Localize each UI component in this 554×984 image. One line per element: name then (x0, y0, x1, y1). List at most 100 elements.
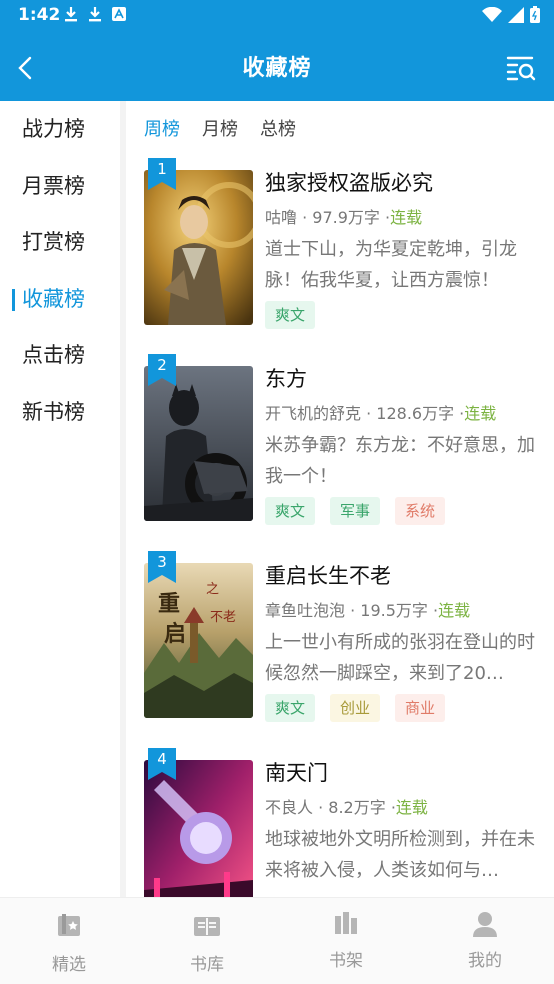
rank-category-sidebar: 战力榜 月票榜 打赏榜 收藏榜 点击榜 新书榜 (0, 101, 126, 897)
sidebar-item-dashang[interactable]: 打赏榜 (0, 214, 120, 270)
book-meta: 开飞机的舒克 · 128.6万字 ·连载 (265, 404, 497, 423)
book-description: 道士下山，为华夏定乾坤，引龙脉！佑我华夏，让西方震惊！ (265, 239, 517, 291)
search-button[interactable] (506, 54, 536, 82)
book-title: 东方 (265, 367, 307, 391)
rank-number: 2 (157, 356, 167, 374)
nav-label: 书库 (190, 955, 224, 975)
book-word-count: 8.2万字 (328, 798, 386, 817)
book-tag: 爽文 (265, 497, 316, 525)
list-search-icon (506, 56, 536, 81)
status-system-icons (482, 6, 540, 23)
rank-number: 3 (157, 553, 167, 571)
download-icon (65, 7, 77, 22)
book-status: 连载 (390, 208, 423, 227)
book-status: 连载 (438, 601, 471, 620)
sidebar-item-label: 收藏榜 (22, 287, 85, 311)
nav-profile[interactable]: 我的 (416, 898, 554, 984)
page-title: 收藏榜 (242, 56, 312, 81)
book-author: 章鱼吐泡泡 (265, 601, 346, 620)
tab-weekly[interactable]: 周榜 (144, 115, 180, 141)
sidebar-item-yuepiao[interactable]: 月票榜 (0, 158, 120, 214)
book-cover (144, 366, 253, 521)
sidebar-item-shoucang[interactable]: 收藏榜 (0, 271, 120, 327)
book-status: 连载 (395, 798, 428, 817)
rank-badge: 4 (148, 748, 176, 780)
book-author: 开飞机的舒克 (265, 404, 362, 423)
sidebar-item-label: 战力榜 (22, 117, 85, 141)
app-bar: 1:42 收藏榜 (0, 0, 554, 101)
book-word-count: 19.5万字 (360, 601, 428, 620)
status-time: 1:42 (18, 5, 61, 25)
book-item[interactable]: 4 南天门 不良人 · 8.2万字 ·连载 地球被地外文明所检测到，并在未来将被… (144, 740, 550, 897)
book-tags: 爽文 军事 系统 (265, 497, 446, 525)
book-description: 上一世小有所成的张羽在登山的时候忽然一脚踩空，来到了20… (265, 632, 535, 684)
rank-number: 1 (157, 160, 167, 178)
book-description: 米苏争霸？东方龙：不好意思，加我一个！ (265, 435, 535, 487)
book-tag: 创业 (330, 694, 381, 722)
nav-library[interactable]: 书库 (138, 898, 276, 984)
active-indicator (12, 289, 15, 311)
svg-text:之: 之 (206, 582, 219, 597)
scroll-ghost-text (270, 17, 390, 31)
signal-icon (508, 6, 524, 23)
book-status: 连载 (464, 404, 497, 423)
book-meta: 不良人 · 8.2万字 ·连载 (265, 798, 428, 817)
book-word-count: 97.9万字 (312, 208, 380, 227)
sidebar-item-xinshu[interactable]: 新书榜 (0, 384, 120, 440)
sidebar-item-zhanli[interactable]: 战力榜 (0, 101, 120, 157)
app-notification-icon (112, 7, 126, 21)
download-icon (89, 7, 101, 22)
book-title: 南天门 (265, 761, 328, 785)
book-item[interactable]: 重 启 之 不老 3 重启长生不老 章鱼吐泡泡 · 19.5万字 ·连载 上一世… (144, 543, 550, 723)
book-word-count: 128.6万字 (376, 404, 455, 423)
book-description: 地球被地外文明所检测到，并在未来将被入侵，人类该如何与… (265, 829, 535, 881)
book-tags: 爽文 创业 商业 (265, 694, 446, 722)
rank-number: 4 (157, 750, 167, 768)
book-meta: 咕噜 · 97.9万字 ·连载 (265, 208, 423, 227)
svg-text:不老: 不老 (210, 610, 236, 625)
book-list: 1 独家授权盗版必究 咕噜 · 97.9万字 ·连载 道士下山，为华夏定乾坤，引… (132, 150, 554, 897)
tab-monthly[interactable]: 月榜 (202, 115, 238, 141)
book-meta: 章鱼吐泡泡 · 19.5万字 ·连载 (265, 601, 471, 620)
bottom-navigation: 精选 书库 书架 我的 (0, 897, 554, 984)
bookshelf-icon (335, 912, 357, 934)
status-notification-icons (64, 6, 126, 22)
rank-badge: 2 (148, 354, 176, 386)
sidebar-item-label: 新书榜 (22, 400, 85, 424)
tab-total[interactable]: 总榜 (260, 115, 296, 141)
wifi-icon (482, 6, 502, 22)
nav-label: 书架 (329, 951, 363, 971)
sidebar-item-label: 打赏榜 (22, 230, 85, 254)
book-cover (144, 760, 253, 897)
book-tags: 爽文 (265, 301, 316, 329)
svg-text:启: 启 (164, 621, 186, 647)
period-tabs: 周榜 月榜 总榜 (144, 115, 296, 141)
nav-featured[interactable]: 精选 (0, 898, 138, 984)
book-author: 不良人 (265, 798, 314, 817)
featured-icon (58, 914, 80, 936)
book-title: 重启长生不老 (265, 564, 391, 588)
book-cover: 重 启 之 不老 (144, 563, 253, 718)
book-tag: 商业 (395, 694, 446, 722)
battery-icon (530, 6, 540, 23)
rank-badge: 3 (148, 551, 176, 583)
svg-text:重: 重 (158, 592, 180, 617)
book-cover (144, 170, 253, 325)
library-icon (194, 917, 220, 936)
book-tag: 军事 (330, 497, 381, 525)
book-tag: 爽文 (265, 694, 316, 722)
book-item[interactable]: 1 独家授权盗版必究 咕噜 · 97.9万字 ·连载 道士下山，为华夏定乾坤，引… (144, 150, 550, 330)
sidebar-item-label: 月票榜 (22, 174, 85, 198)
book-tag: 爽文 (265, 301, 316, 329)
nav-label: 精选 (52, 955, 86, 975)
rank-badge: 1 (148, 158, 176, 190)
book-title: 独家授权盗版必究 (265, 171, 433, 195)
book-tag: 系统 (395, 497, 446, 525)
book-item[interactable]: 2 东方 开飞机的舒克 · 128.6万字 ·连载 米苏争霸？东方龙：不好意思，… (144, 346, 550, 526)
book-author: 咕噜 (265, 208, 298, 227)
sidebar-item-label: 点击榜 (22, 343, 85, 367)
nav-bookshelf[interactable]: 书架 (277, 898, 415, 984)
nav-label: 我的 (468, 951, 502, 971)
profile-icon (473, 912, 497, 937)
sidebar-item-dianji[interactable]: 点击榜 (0, 327, 120, 383)
